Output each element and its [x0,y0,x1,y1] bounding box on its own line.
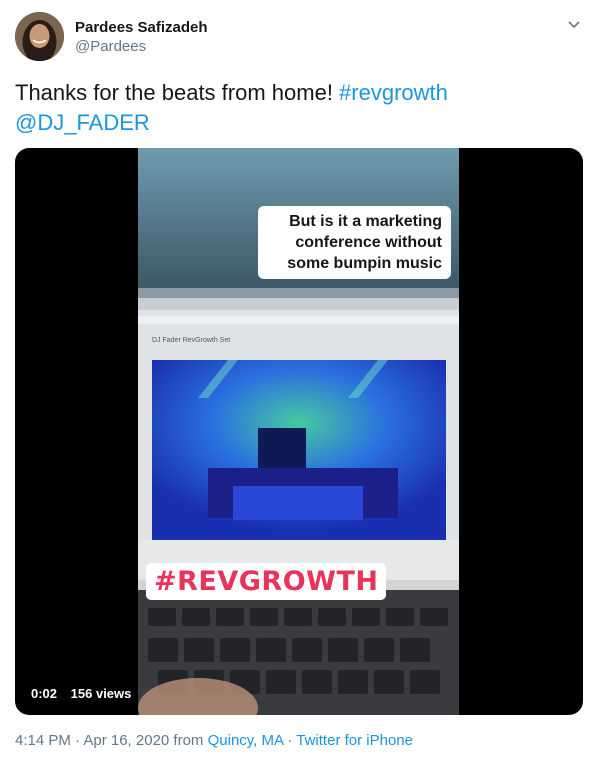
author-handle[interactable]: @Pardees [75,37,208,56]
tweet-footer: 4:14 PM · Apr 16, 2020 from Quincy, MA ·… [15,732,413,749]
video-meta: 0:02 156 views [31,686,141,701]
avatar-image [15,12,64,61]
location-link[interactable]: Quincy, MA [208,732,284,749]
tweet-timestamp[interactable]: 4:14 PM · Apr 16, 2020 from [15,732,208,749]
video-views: 156 views [70,686,132,701]
tweet-text: Thanks for the beats from home! #revgrow… [15,78,575,138]
video-time: 0:02 [31,686,58,701]
chevron-down-icon[interactable] [567,18,581,32]
mention-link[interactable]: @DJ_FADER [15,110,150,135]
avatar[interactable] [15,12,64,61]
video-caption: But is it a marketing conference without… [258,206,451,279]
video-player[interactable]: DJ Fader RevGrowth Set But is it a marke… [15,148,583,715]
footer-separator: · [283,732,297,749]
video-screen-title: DJ Fader RevGrowth Set [152,337,231,344]
author-display-name[interactable]: Pardees Safizadeh [75,18,208,37]
tweet-header: Pardees Safizadeh @Pardees [15,12,585,62]
hashtag-link[interactable]: #revgrowth [339,80,448,105]
tweet-text-body: Thanks for the beats from home! [15,80,340,105]
author-names: Pardees Safizadeh @Pardees [75,18,208,56]
hashtag-sticker: #REVGROWTH [146,563,387,600]
source-link[interactable]: Twitter for iPhone [296,732,413,749]
video-frame: DJ Fader RevGrowth Set But is it a marke… [138,148,459,715]
